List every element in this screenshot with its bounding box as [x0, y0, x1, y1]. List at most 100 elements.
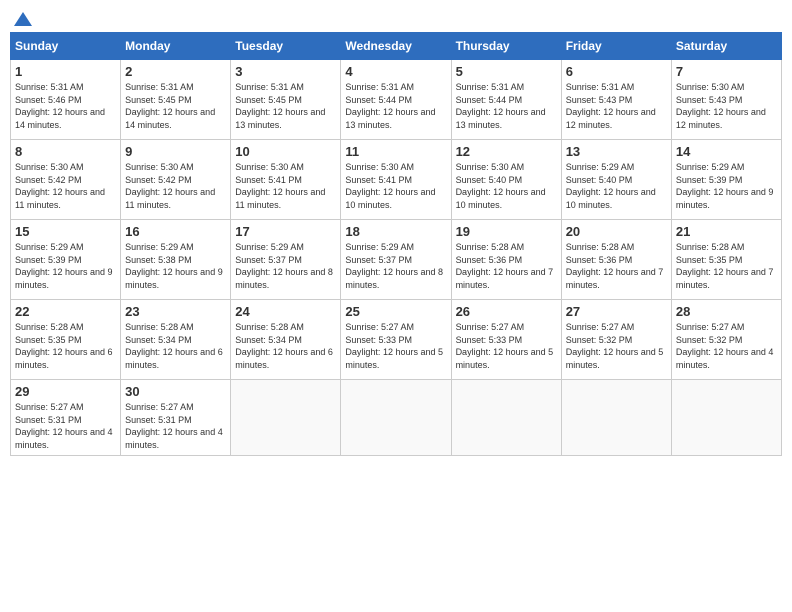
day-info: Sunrise: 5:31 AMSunset: 5:45 PMDaylight:… — [125, 81, 226, 131]
day-info: Sunrise: 5:28 AMSunset: 5:36 PMDaylight:… — [456, 241, 557, 291]
day-number: 18 — [345, 224, 446, 239]
calendar-week-row: 8 Sunrise: 5:30 AMSunset: 5:42 PMDaylight… — [11, 140, 782, 220]
day-info: Sunrise: 5:27 AMSunset: 5:33 PMDaylight:… — [345, 321, 446, 371]
day-number: 28 — [676, 304, 777, 319]
day-info: Sunrise: 5:31 AMSunset: 5:46 PMDaylight:… — [15, 81, 116, 131]
day-info: Sunrise: 5:28 AMSunset: 5:35 PMDaylight:… — [676, 241, 777, 291]
day-number: 25 — [345, 304, 446, 319]
day-info: Sunrise: 5:27 AMSunset: 5:31 PMDaylight:… — [125, 401, 226, 451]
day-info: Sunrise: 5:31 AMSunset: 5:43 PMDaylight:… — [566, 81, 667, 131]
table-row: 29 Sunrise: 5:27 AMSunset: 5:31 PMDayligh… — [11, 380, 121, 456]
day-number: 9 — [125, 144, 226, 159]
table-row: 16Sunrise: 5:29 AMSunset: 5:38 PMDayligh… — [121, 220, 231, 300]
day-number: 15 — [15, 224, 116, 239]
table-row: 25 Sunrise: 5:27 AMSunset: 5:33 PMDayligh… — [341, 300, 451, 380]
table-row: 22Sunrise: 5:28 AMSunset: 5:35 PMDayligh… — [11, 300, 121, 380]
table-row: 15 Sunrise: 5:29 AMSunset: 5:39 PMDayligh… — [11, 220, 121, 300]
table-row: 20 Sunrise: 5:28 AMSunset: 5:36 PMDayligh… — [561, 220, 671, 300]
table-row: 24Sunrise: 5:28 AMSunset: 5:34 PMDayligh… — [231, 300, 341, 380]
calendar-week-row: 1 Sunrise: 5:31 AMSunset: 5:46 PMDaylight… — [11, 60, 782, 140]
day-info: Sunrise: 5:27 AMSunset: 5:33 PMDaylight:… — [456, 321, 557, 371]
table-row: 10Sunrise: 5:30 AMSunset: 5:41 PMDayligh… — [231, 140, 341, 220]
table-row: 6 Sunrise: 5:31 AMSunset: 5:43 PMDaylight… — [561, 60, 671, 140]
table-row: 21Sunrise: 5:28 AMSunset: 5:35 PMDayligh… — [671, 220, 781, 300]
table-row: 23 Sunrise: 5:28 AMSunset: 5:34 PMDayligh… — [121, 300, 231, 380]
col-thursday: Thursday — [451, 33, 561, 60]
col-monday: Monday — [121, 33, 231, 60]
table-row — [561, 380, 671, 456]
day-info: Sunrise: 5:27 AMSunset: 5:32 PMDaylight:… — [676, 321, 777, 371]
day-info: Sunrise: 5:28 AMSunset: 5:34 PMDaylight:… — [125, 321, 226, 371]
day-number: 5 — [456, 64, 557, 79]
table-row: 3 Sunrise: 5:31 AMSunset: 5:45 PMDaylight… — [231, 60, 341, 140]
day-number: 24 — [235, 304, 336, 319]
table-row: 7 Sunrise: 5:30 AMSunset: 5:43 PMDaylight… — [671, 60, 781, 140]
day-info: Sunrise: 5:29 AMSunset: 5:39 PMDaylight:… — [676, 161, 777, 211]
day-number: 29 — [15, 384, 116, 399]
logo-icon — [12, 10, 34, 28]
day-number: 13 — [566, 144, 667, 159]
day-info: Sunrise: 5:31 AMSunset: 5:44 PMDaylight:… — [456, 81, 557, 131]
table-row: 9Sunrise: 5:30 AMSunset: 5:42 PMDaylight… — [121, 140, 231, 220]
table-row: 14 Sunrise: 5:29 AMSunset: 5:39 PMDayligh… — [671, 140, 781, 220]
calendar-week-row: 15 Sunrise: 5:29 AMSunset: 5:39 PMDayligh… — [11, 220, 782, 300]
day-info: Sunrise: 5:31 AMSunset: 5:45 PMDaylight:… — [235, 81, 336, 131]
col-saturday: Saturday — [671, 33, 781, 60]
table-row: 17Sunrise: 5:29 AMSunset: 5:37 PMDayligh… — [231, 220, 341, 300]
table-row: 30 Sunrise: 5:27 AMSunset: 5:31 PMDayligh… — [121, 380, 231, 456]
day-info: Sunrise: 5:28 AMSunset: 5:36 PMDaylight:… — [566, 241, 667, 291]
day-info: Sunrise: 5:29 AMSunset: 5:39 PMDaylight:… — [15, 241, 116, 291]
table-row: 27 Sunrise: 5:27 AMSunset: 5:32 PMDayligh… — [561, 300, 671, 380]
calendar-week-row: 29 Sunrise: 5:27 AMSunset: 5:31 PMDayligh… — [11, 380, 782, 456]
table-row: 11 Sunrise: 5:30 AMSunset: 5:41 PMDayligh… — [341, 140, 451, 220]
table-row: 13 Sunrise: 5:29 AMSunset: 5:40 PMDayligh… — [561, 140, 671, 220]
day-number: 10 — [235, 144, 336, 159]
day-number: 8 — [15, 144, 116, 159]
day-number: 7 — [676, 64, 777, 79]
day-number: 20 — [566, 224, 667, 239]
day-number: 16 — [125, 224, 226, 239]
day-info: Sunrise: 5:27 AMSunset: 5:31 PMDaylight:… — [15, 401, 116, 451]
day-number: 11 — [345, 144, 446, 159]
day-number: 19 — [456, 224, 557, 239]
day-info: Sunrise: 5:27 AMSunset: 5:32 PMDaylight:… — [566, 321, 667, 371]
calendar-header-row: Sunday Monday Tuesday Wednesday Thursday… — [11, 33, 782, 60]
day-info: Sunrise: 5:29 AMSunset: 5:37 PMDaylight:… — [345, 241, 446, 291]
day-number: 3 — [235, 64, 336, 79]
day-info: Sunrise: 5:30 AMSunset: 5:42 PMDaylight:… — [15, 161, 116, 211]
day-number: 14 — [676, 144, 777, 159]
table-row — [671, 380, 781, 456]
table-row: 2 Sunrise: 5:31 AMSunset: 5:45 PMDaylight… — [121, 60, 231, 140]
day-info: Sunrise: 5:30 AMSunset: 5:43 PMDaylight:… — [676, 81, 777, 131]
day-number: 27 — [566, 304, 667, 319]
page-header — [10, 10, 782, 24]
day-info: Sunrise: 5:31 AMSunset: 5:44 PMDaylight:… — [345, 81, 446, 131]
table-row: 26 Sunrise: 5:27 AMSunset: 5:33 PMDayligh… — [451, 300, 561, 380]
day-number: 12 — [456, 144, 557, 159]
day-info: Sunrise: 5:29 AMSunset: 5:37 PMDaylight:… — [235, 241, 336, 291]
day-number: 26 — [456, 304, 557, 319]
logo — [10, 10, 34, 24]
day-info: Sunrise: 5:30 AMSunset: 5:40 PMDaylight:… — [456, 161, 557, 211]
calendar-table: Sunday Monday Tuesday Wednesday Thursday… — [10, 32, 782, 456]
day-number: 30 — [125, 384, 226, 399]
day-number: 2 — [125, 64, 226, 79]
col-wednesday: Wednesday — [341, 33, 451, 60]
table-row: 12 Sunrise: 5:30 AMSunset: 5:40 PMDayligh… — [451, 140, 561, 220]
table-row: 18 Sunrise: 5:29 AMSunset: 5:37 PMDayligh… — [341, 220, 451, 300]
col-sunday: Sunday — [11, 33, 121, 60]
table-row: 8 Sunrise: 5:30 AMSunset: 5:42 PMDaylight… — [11, 140, 121, 220]
col-tuesday: Tuesday — [231, 33, 341, 60]
table-row: 28 Sunrise: 5:27 AMSunset: 5:32 PMDayligh… — [671, 300, 781, 380]
table-row: 4 Sunrise: 5:31 AMSunset: 5:44 PMDaylight… — [341, 60, 451, 140]
day-number: 4 — [345, 64, 446, 79]
table-row: 1 Sunrise: 5:31 AMSunset: 5:46 PMDaylight… — [11, 60, 121, 140]
table-row — [231, 380, 341, 456]
day-info: Sunrise: 5:30 AMSunset: 5:41 PMDaylight:… — [345, 161, 446, 211]
day-info: Sunrise: 5:29 AMSunset: 5:40 PMDaylight:… — [566, 161, 667, 211]
day-number: 22 — [15, 304, 116, 319]
day-number: 23 — [125, 304, 226, 319]
table-row: 19 Sunrise: 5:28 AMSunset: 5:36 PMDayligh… — [451, 220, 561, 300]
day-number: 1 — [15, 64, 116, 79]
day-number: 6 — [566, 64, 667, 79]
